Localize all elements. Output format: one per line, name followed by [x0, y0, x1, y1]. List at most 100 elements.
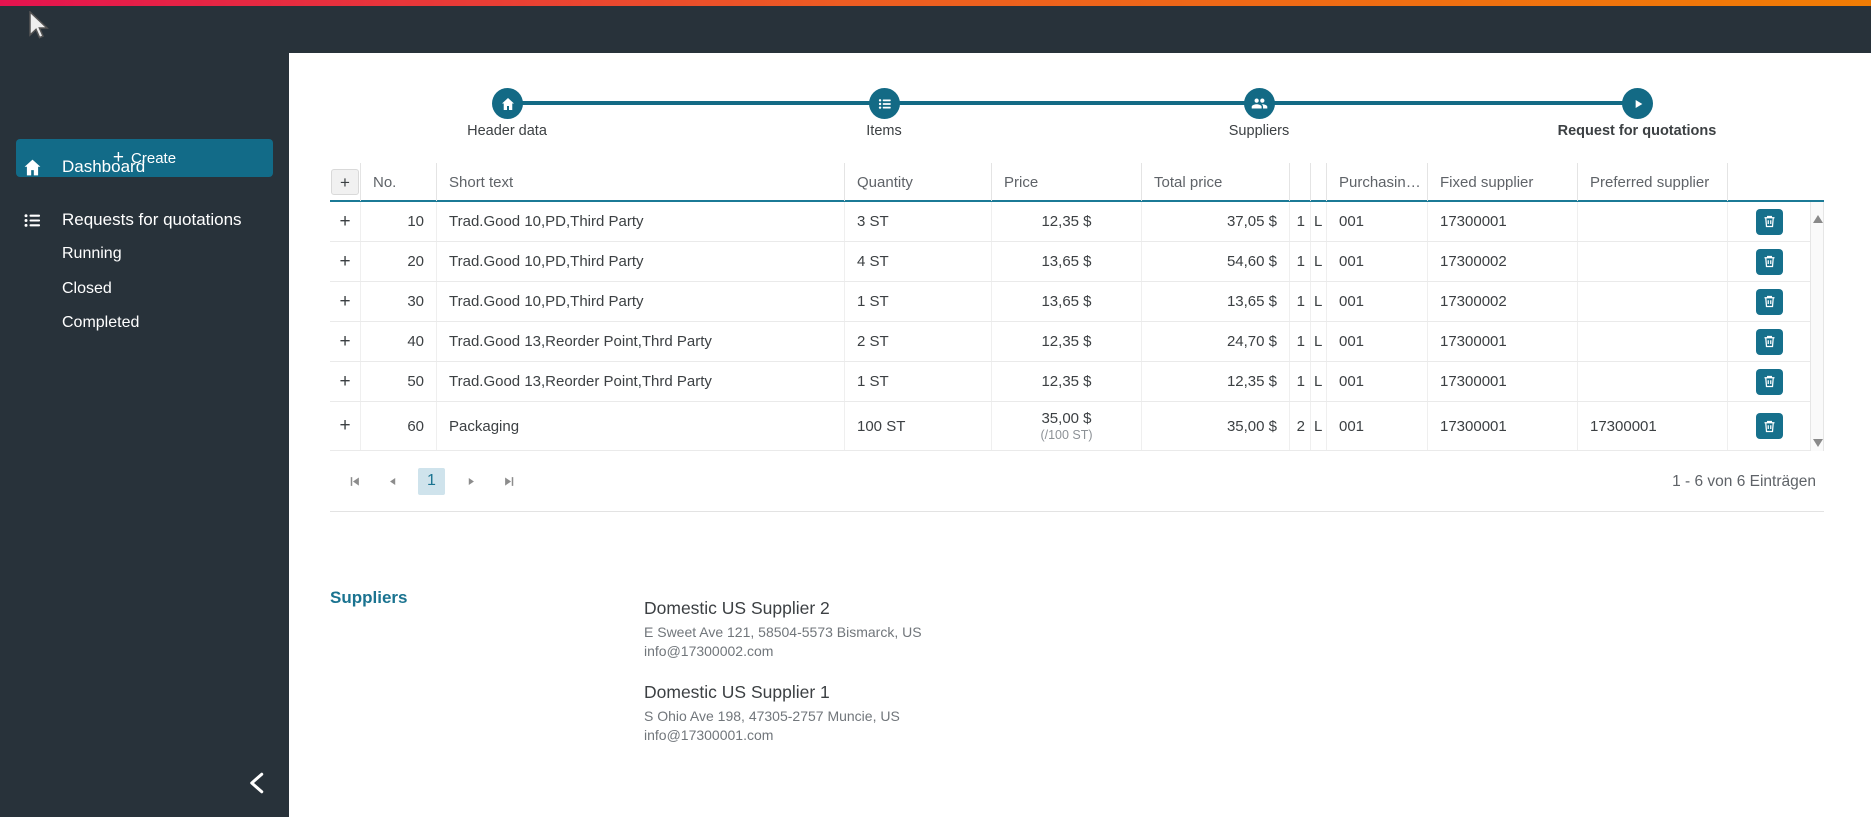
step-label-items: Items — [866, 123, 902, 139]
cell-preferred-supplier — [1578, 242, 1728, 281]
step-suppliers-icon[interactable] — [1244, 88, 1275, 119]
expand-row-button[interactable]: + — [339, 211, 350, 233]
cell-price: 35,00 $ — [1041, 410, 1092, 427]
cell-total-price: 54,60 $ — [1142, 242, 1290, 281]
supplier-entry: Domestic US Supplier 2 E Sweet Ave 121, … — [644, 598, 922, 661]
supplier-address: S Ohio Ave 198, 47305-2757 Muncie, US — [644, 708, 900, 724]
table-row: + 10 Trad.Good 10,PD,Third Party 3 ST 12… — [330, 202, 1810, 242]
table-scrollbar[interactable] — [1810, 202, 1824, 451]
supplier-email: info@17300002.com — [644, 643, 774, 659]
table-row: + 40 Trad.Good 13,Reorder Point,Thrd Par… — [330, 322, 1810, 362]
sidebar-item-label: Dashboard — [62, 157, 146, 176]
expand-row-button[interactable]: + — [339, 331, 350, 353]
cell-unit: L — [1311, 322, 1327, 361]
cell-unit: L — [1311, 242, 1327, 281]
next-page-button[interactable] — [459, 469, 483, 493]
delete-row-button[interactable] — [1755, 368, 1783, 395]
cell-quantity: 2 ST — [845, 322, 992, 361]
cell-fixed-supplier: 17300001 — [1428, 402, 1578, 450]
step-header-data-icon[interactable] — [492, 88, 523, 119]
sidebar-subitem-closed[interactable]: Closed — [62, 275, 112, 303]
sidebar-subitem-running[interactable]: Running — [62, 240, 122, 268]
cell-purchasing: 001 — [1327, 202, 1428, 241]
cell-quantity: 1 ST — [845, 362, 992, 401]
cell-qty-factor: 1 — [1290, 282, 1311, 321]
cell-short-text: Packaging — [437, 402, 845, 450]
expand-row-button[interactable]: + — [339, 371, 350, 393]
scroll-down-icon[interactable] — [1813, 435, 1823, 447]
last-page-icon — [504, 476, 513, 486]
delete-row-button[interactable] — [1755, 288, 1783, 315]
sidebar-item-dashboard[interactable]: Dashboard — [0, 150, 289, 184]
cell-qty-factor: 1 — [1290, 202, 1311, 241]
group-icon — [1251, 98, 1268, 109]
cell-short-text: Trad.Good 10,PD,Third Party — [437, 202, 845, 241]
col-header-quantity: Quantity — [845, 163, 992, 201]
cell-no: 30 — [361, 282, 437, 321]
cell-price-note: (/100 ST) — [1040, 428, 1093, 442]
first-page-button[interactable] — [342, 469, 366, 493]
cell-qty-factor: 1 — [1290, 362, 1311, 401]
expand-row-button[interactable]: + — [339, 415, 350, 437]
cell-total-price: 37,05 $ — [1142, 202, 1290, 241]
trash-icon — [1764, 335, 1774, 348]
cell-total-price: 12,35 $ — [1142, 362, 1290, 401]
step-label-request-for-quotations: Request for quotations — [1557, 123, 1717, 139]
step-request-for-quotations-icon[interactable] — [1622, 88, 1653, 119]
cell-no: 60 — [361, 402, 437, 450]
cell-quantity: 100 ST — [845, 402, 992, 450]
delete-row-button[interactable] — [1755, 413, 1783, 439]
cell-total-price: 13,65 $ — [1142, 282, 1290, 321]
trash-icon — [1764, 420, 1774, 432]
cell-fixed-supplier: 17300002 — [1428, 282, 1578, 321]
suppliers-list: Domestic US Supplier 2 E Sweet Ave 121, … — [644, 598, 922, 766]
supplier-name: Domestic US Supplier 2 — [644, 598, 830, 618]
cell-preferred-supplier — [1578, 362, 1728, 401]
expand-row-button[interactable]: + — [339, 291, 350, 313]
next-page-icon — [468, 477, 474, 485]
cell-price: 12,35 $ — [1041, 372, 1092, 390]
step-label-header-data: Header data — [467, 123, 547, 139]
entries-summary: 1 - 6 von 6 Einträgen — [1672, 472, 1816, 490]
delete-row-button[interactable] — [1755, 248, 1783, 275]
trash-icon — [1764, 255, 1774, 268]
cell-fixed-supplier: 17300001 — [1428, 362, 1578, 401]
last-page-button[interactable] — [497, 469, 521, 493]
cell-short-text: Trad.Good 13,Reorder Point,Thrd Party — [437, 322, 845, 361]
page-number[interactable]: 1 — [418, 467, 445, 495]
delete-row-button[interactable] — [1755, 208, 1783, 235]
delete-row-button[interactable] — [1755, 328, 1783, 355]
cell-qty-factor: 1 — [1290, 242, 1311, 281]
scroll-up-icon[interactable] — [1813, 211, 1823, 223]
play-icon — [1635, 99, 1642, 108]
top-bar — [0, 0, 1871, 53]
step-label-suppliers: Suppliers — [1228, 123, 1290, 139]
items-table-body: + 10 Trad.Good 10,PD,Third Party 3 ST 12… — [330, 202, 1824, 451]
col-header-unit — [1311, 163, 1327, 201]
sidebar-collapse-button[interactable] — [238, 762, 278, 804]
cell-quantity: 3 ST — [845, 202, 992, 241]
cell-fixed-supplier: 17300001 — [1428, 322, 1578, 361]
col-header-preferred-supplier: Preferred supplier — [1578, 163, 1728, 201]
sidebar-subitem-completed[interactable]: Completed — [62, 309, 139, 337]
cell-purchasing: 001 — [1327, 322, 1428, 361]
cell-unit: L — [1311, 202, 1327, 241]
cell-no: 40 — [361, 322, 437, 361]
col-header-no: No. — [361, 163, 437, 201]
col-header-short-text: Short text — [437, 163, 845, 201]
step-items-icon[interactable] — [869, 88, 900, 119]
cell-unit: L — [1311, 362, 1327, 401]
expand-row-button[interactable]: + — [339, 251, 350, 273]
expand-all-button[interactable]: + — [331, 169, 359, 195]
cell-short-text: Trad.Good 13,Reorder Point,Thrd Party — [437, 362, 845, 401]
table-row: + 60 Packaging 100 ST 35,00 $ (/100 ST) 3… — [330, 402, 1810, 451]
home-icon — [22, 157, 43, 178]
col-header-total-price: Total price — [1142, 163, 1290, 201]
sidebar-item-requests-for-quotations[interactable]: Requests for quotations — [0, 203, 289, 237]
supplier-address: E Sweet Ave 121, 58504-5573 Bismarck, US — [644, 624, 922, 640]
cell-unit: L — [1311, 282, 1327, 321]
supplier-name: Domestic US Supplier 1 — [644, 682, 830, 702]
col-header-purchasing: Purchasin… — [1327, 163, 1428, 201]
cell-purchasing: 001 — [1327, 242, 1428, 281]
previous-page-button[interactable] — [380, 469, 404, 493]
